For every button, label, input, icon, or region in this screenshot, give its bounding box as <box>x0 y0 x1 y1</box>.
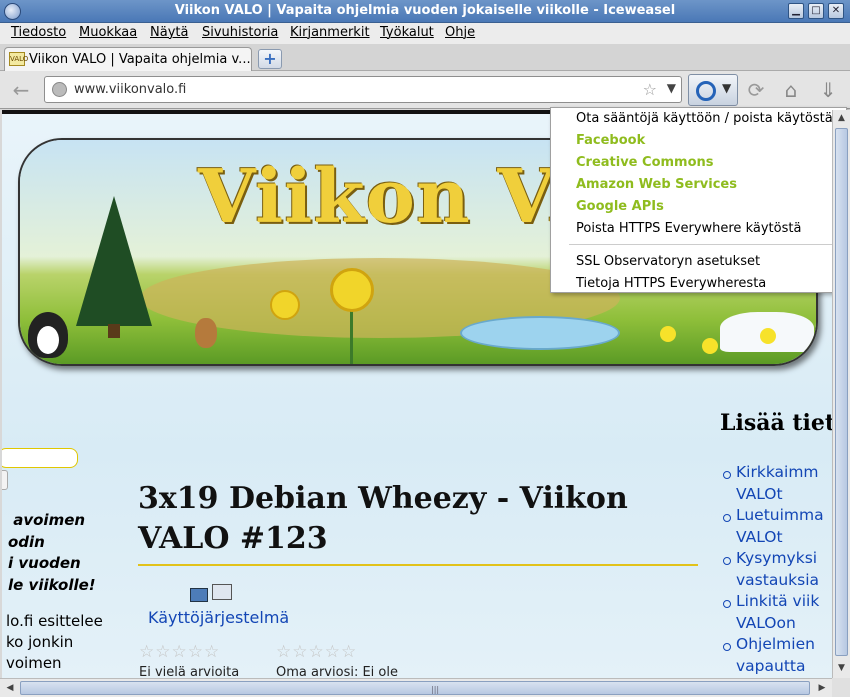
scroll-up-icon[interactable]: ▲ <box>833 110 850 126</box>
https-everywhere-button[interactable]: ▼ <box>688 74 738 106</box>
globe-icon <box>52 82 67 97</box>
close-button[interactable]: ✕ <box>828 3 844 19</box>
menu-bar: Tiedosto Muokkaa Näytä Sivuhistoria Kirj… <box>0 23 850 44</box>
search-button[interactable] <box>2 470 8 490</box>
rule-item-creative-commons[interactable]: Creative Commons <box>576 155 714 170</box>
https-everywhere-icon <box>696 81 716 101</box>
rule-item-amazon-web-services[interactable]: Amazon Web Services <box>576 177 737 192</box>
daffodil-icon <box>330 268 374 312</box>
window-title: Viikon VALO | Vapaita ohjelmia vuoden jo… <box>174 3 676 18</box>
url-text[interactable]: www.viikonvalo.fi <box>74 82 186 97</box>
site-favicon-icon: VALO <box>9 52 28 66</box>
sidebar-link[interactable]: Kysymyksi vastauksia <box>723 548 832 591</box>
menu-tools[interactable]: Työkalut <box>380 25 434 40</box>
about-https-everywhere-item[interactable]: Tietoja HTTPS Everywheresta <box>576 276 766 291</box>
banner-lake <box>460 316 620 350</box>
tab-label: Viikon VALO | Vapaita ohjelmia v... <box>29 52 251 67</box>
horizontal-scroll-thumb[interactable]: ||| <box>20 681 810 695</box>
menu-file[interactable]: Tiedosto <box>11 25 66 40</box>
toggle-rules-item[interactable]: Ota sääntöjä käyttöön / poista käytöstä <box>576 111 833 126</box>
maximize-button[interactable]: □ <box>808 3 824 19</box>
daffodil-small-icon <box>270 290 300 320</box>
sidebar-link[interactable]: Linkitä viik VALOon <box>723 591 832 634</box>
sidebar-link[interactable]: Ohjelmien vapautta <box>723 634 832 677</box>
tree-icon <box>76 196 152 326</box>
sidebar-links: Kirkkaimm VALOt Luetuimma VALOt Kysymyks… <box>723 462 832 677</box>
chick-icon <box>702 338 718 354</box>
scroll-left-icon[interactable]: ◀ <box>2 680 18 696</box>
title-divider <box>138 564 698 566</box>
menu-help[interactable]: Ohje <box>445 25 475 40</box>
tab-bar: VALO Viikon VALO | Vapaita ohjelmia v...… <box>0 44 850 71</box>
rating-note: Ei vielä arvioita <box>139 665 240 678</box>
rule-item-facebook[interactable]: Facebook <box>576 133 645 148</box>
download-icon[interactable]: ⇓ <box>815 77 841 103</box>
chevron-down-icon: ▼ <box>722 81 732 95</box>
rabbit-icon <box>195 318 217 348</box>
chick-icon <box>760 328 776 344</box>
bookmark-star-icon[interactable]: ☆ <box>643 80 657 99</box>
penguin-icon <box>28 312 68 358</box>
sidebar-title: Lisää tiet <box>720 410 832 436</box>
ssl-observatory-settings-item[interactable]: SSL Observatoryn asetukset <box>576 254 760 269</box>
sidebar-link[interactable]: Luetuimma VALOt <box>723 505 832 548</box>
site-slogan: avoimen odin i vuoden le viikolle! <box>8 511 96 594</box>
disable-https-everywhere-item[interactable]: Poista HTTPS Everywhere käytöstä <box>576 221 801 236</box>
menu-bookmarks[interactable]: Kirjanmerkit <box>290 25 370 40</box>
flower-stem <box>350 308 353 364</box>
window-titlebar: Viikon VALO | Vapaita ohjelmia vuoden jo… <box>0 0 850 23</box>
rating-stars: ☆☆☆☆☆ <box>139 642 221 662</box>
reload-icon[interactable]: ⟳ <box>743 77 769 103</box>
post-title[interactable]: 3x19 Debian Wheezy - Viikon VALO #123 <box>138 479 698 559</box>
https-everywhere-menu: Ota sääntöjä käyttöön / poista käytöstä … <box>550 107 847 293</box>
computer-icon[interactable] <box>190 584 240 606</box>
url-bar[interactable]: www.viikonvalo.fi ☆ ▼ <box>44 76 682 103</box>
navigation-toolbar: ← www.viikonvalo.fi ☆ ▼ ▼ ⟳ ⌂ ⇓ <box>0 71 850 109</box>
horizontal-scrollbar[interactable]: ◀ ||| ▶ <box>0 678 832 697</box>
menu-view[interactable]: Näytä <box>150 25 188 40</box>
scrollbar-corner <box>832 678 850 697</box>
sidebar-link[interactable]: Kirkkaimm VALOt <box>723 462 832 505</box>
vertical-scroll-thumb[interactable] <box>835 128 848 656</box>
own-rating-text: Oma arviosi: Ei ole <box>276 665 398 678</box>
own-rating-stars[interactable]: ☆☆☆☆☆ <box>276 642 357 662</box>
home-icon[interactable]: ⌂ <box>778 77 804 103</box>
minimize-button[interactable]: ▁ <box>788 3 804 19</box>
url-dropdown-icon[interactable]: ▼ <box>667 81 676 95</box>
category-link[interactable]: Käyttöjärjestelmä <box>148 608 289 627</box>
scroll-down-icon[interactable]: ▼ <box>833 660 850 676</box>
menu-separator <box>569 244 845 246</box>
menu-edit[interactable]: Muokkaa <box>79 25 137 40</box>
new-tab-button[interactable]: + <box>258 49 282 69</box>
tree-trunk <box>108 324 120 338</box>
chick-icon <box>660 326 676 342</box>
search-input[interactable] <box>2 448 78 468</box>
rule-item-google-apis[interactable]: Google APIs <box>576 199 664 214</box>
vertical-scrollbar[interactable]: ▲ ▼ <box>832 110 850 678</box>
tab-viikon-valo[interactable]: VALO Viikon VALO | Vapaita ohjelmia v... <box>4 47 252 71</box>
site-intro: lo.fi esittelee ko jonkin voimen <box>6 612 103 672</box>
scroll-right-icon[interactable]: ▶ <box>814 680 830 696</box>
back-arrow-icon[interactable]: ← <box>8 77 34 103</box>
menu-history[interactable]: Sivuhistoria <box>202 25 278 40</box>
